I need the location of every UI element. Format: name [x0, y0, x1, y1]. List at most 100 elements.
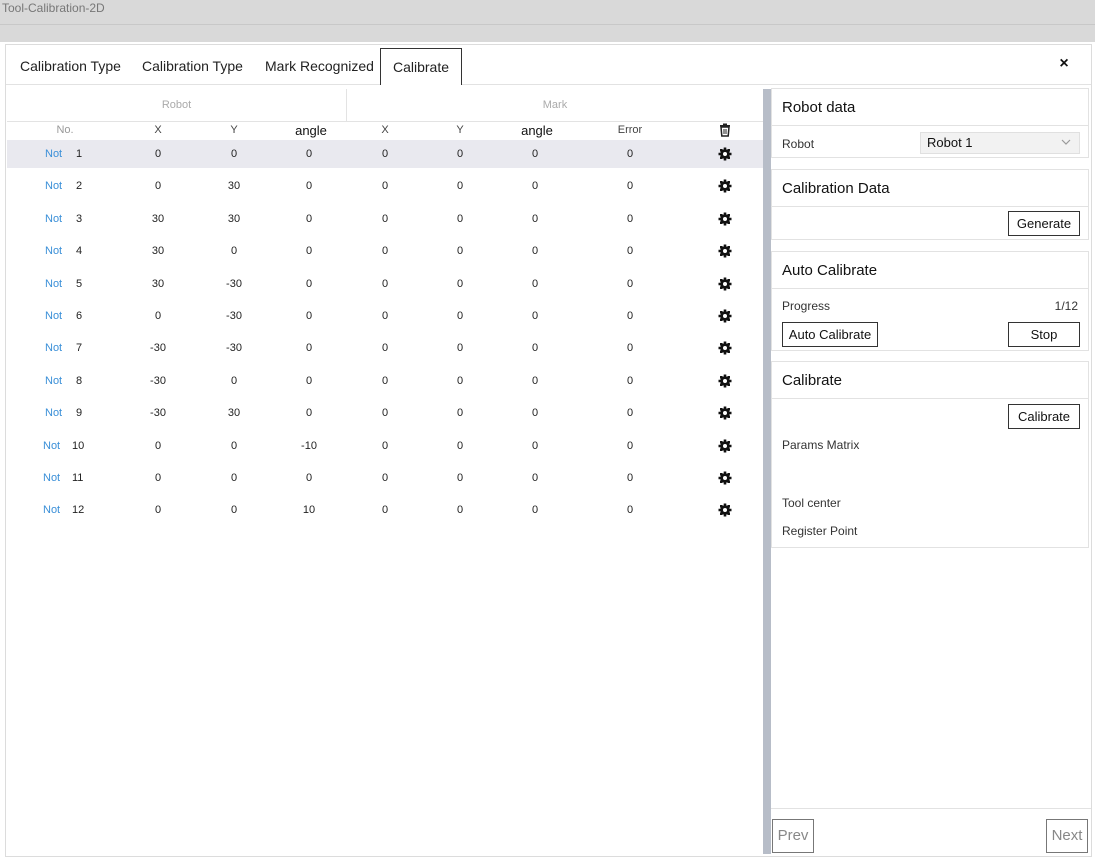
gear-icon[interactable] — [718, 374, 732, 388]
cell-robot-y: 30 — [227, 407, 241, 420]
cell-robot-angle: 0 — [305, 310, 313, 322]
cell-mark-y: 0 — [456, 342, 464, 355]
header-no: No. — [56, 124, 74, 136]
robot-data-title: Robot data — [772, 89, 1088, 126]
cell-error: 0 — [626, 212, 634, 225]
gear-icon[interactable] — [718, 503, 732, 517]
next-button[interactable]: Next — [1046, 819, 1088, 853]
cell-robot-x: 0 — [154, 310, 162, 322]
row-status: Not — [45, 407, 63, 420]
cell-error: 0 — [626, 342, 634, 355]
cell-error: 0 — [626, 407, 634, 420]
auto-calibrate-title: Auto Calibrate — [772, 252, 1088, 289]
gear-icon[interactable] — [718, 212, 732, 226]
table-row[interactable]: Not 3 30 30 0 0 0 0 0 — [7, 205, 763, 233]
cell-robot-angle: 0 — [305, 212, 313, 225]
cell-error: 0 — [626, 439, 634, 452]
robot-select[interactable]: Robot 1 — [920, 132, 1080, 154]
table-row[interactable]: Not 11 0 0 0 0 0 0 0 — [7, 464, 763, 492]
prev-button[interactable]: Prev — [772, 819, 814, 853]
calibration-data-card: Calibration Data Generate — [771, 169, 1089, 240]
gear-icon[interactable] — [718, 406, 732, 420]
row-status: Not — [45, 148, 63, 160]
table-row[interactable]: Not 8 -30 0 0 0 0 0 0 — [7, 367, 763, 395]
params-matrix-label: Params Matrix — [782, 438, 860, 452]
cell-mark-y: 0 — [456, 439, 464, 452]
cell-mark-y: 0 — [456, 180, 464, 193]
tab-mark-recognized[interactable]: Mark Recognized — [265, 48, 374, 85]
cell-mark-x: 0 — [381, 472, 389, 484]
right-panel: Robot data Robot Robot 1 Calibration Dat… — [771, 88, 1091, 854]
window-title: Tool-Calibration-2D — [2, 1, 105, 15]
row-status: Not — [43, 439, 61, 452]
header-robot-y: Y — [230, 124, 238, 136]
cell-error: 0 — [626, 472, 634, 484]
robot-data-card: Robot data Robot Robot 1 — [771, 88, 1089, 158]
generate-button[interactable]: Generate — [1008, 211, 1080, 236]
table-row[interactable]: Not 7 -30 -30 0 0 0 0 0 — [7, 334, 763, 362]
header-mark-angle: angle — [521, 123, 553, 138]
cell-mark-x: 0 — [381, 342, 389, 355]
register-point-label: Register Point — [782, 524, 858, 538]
progress-label: Progress — [782, 299, 831, 313]
gear-icon[interactable] — [718, 179, 732, 193]
cell-robot-x: -30 — [150, 407, 166, 420]
cell-robot-y: 0 — [230, 472, 238, 484]
gear-icon[interactable] — [718, 471, 732, 485]
cell-mark-angle: 0 — [531, 277, 539, 290]
gear-icon[interactable] — [718, 147, 732, 161]
row-number: 3 — [76, 212, 83, 225]
cell-robot-x: 30 — [151, 212, 165, 225]
robot-select-value: Robot 1 — [927, 135, 973, 150]
footer-divider — [771, 808, 1091, 809]
table-row[interactable]: Not 1 0 0 0 0 0 0 0 — [7, 140, 763, 168]
cell-mark-x: 0 — [381, 148, 389, 160]
panel-splitter[interactable] — [763, 89, 771, 854]
cell-robot-y: -30 — [226, 310, 242, 322]
table-row[interactable]: Not 9 -30 30 0 0 0 0 0 — [7, 399, 763, 427]
row-status: Not — [45, 180, 63, 193]
robot-label: Robot — [782, 137, 815, 151]
gear-icon[interactable] — [718, 277, 732, 291]
cell-error: 0 — [626, 310, 634, 322]
cell-mark-angle: 0 — [531, 148, 539, 160]
table-row[interactable]: Not 2 0 30 0 0 0 0 0 — [7, 172, 763, 200]
table-row[interactable]: Not 4 30 0 0 0 0 0 0 — [7, 237, 763, 265]
cell-robot-angle: 0 — [305, 245, 313, 258]
group-header-mark: Mark — [347, 89, 763, 122]
calibration-data-title: Calibration Data — [772, 170, 1088, 207]
table-row[interactable]: Not 10 0 0 -10 0 0 0 0 — [7, 432, 763, 460]
cell-robot-y: 30 — [227, 212, 241, 225]
close-icon[interactable]: × — [1055, 55, 1073, 73]
cell-robot-angle: 0 — [305, 342, 313, 355]
tab-calibration-type-1[interactable]: Calibration Type — [20, 48, 121, 85]
table-row[interactable]: Not 12 0 0 10 0 0 0 0 — [7, 496, 763, 524]
gear-icon[interactable] — [718, 341, 732, 355]
cell-mark-x: 0 — [381, 180, 389, 193]
table-row[interactable]: Not 6 0 -30 0 0 0 0 0 — [7, 302, 763, 330]
cell-mark-x: 0 — [381, 374, 389, 387]
tool-center-label: Tool center — [782, 496, 841, 510]
cell-robot-x: 0 — [154, 472, 162, 484]
auto-calibrate-button[interactable]: Auto Calibrate — [782, 322, 878, 347]
calibration-table: Robot Mark No. X Y angle X Y angle Error… — [7, 88, 763, 854]
gear-icon[interactable] — [718, 244, 732, 258]
stop-button[interactable]: Stop — [1008, 322, 1080, 347]
header-robot-x: X — [154, 124, 162, 136]
header-mark-y: Y — [456, 124, 464, 136]
calibrate-card: Calibrate Calibrate Params Matrix Tool c… — [771, 361, 1089, 548]
tab-calibrate[interactable]: Calibrate — [380, 48, 462, 85]
row-number: 11 — [72, 472, 84, 484]
tab-bar: Calibration Type Calibration Type Mark R… — [6, 45, 1091, 85]
gear-icon[interactable] — [718, 439, 732, 453]
tab-calibration-type-2[interactable]: Calibration Type — [142, 48, 243, 85]
cell-robot-x: -30 — [150, 342, 166, 355]
table-row[interactable]: Not 5 30 -30 0 0 0 0 0 — [7, 270, 763, 298]
trash-icon[interactable] — [718, 123, 732, 137]
cell-mark-angle: 0 — [531, 245, 539, 258]
cell-mark-y: 0 — [456, 277, 464, 290]
cell-mark-angle: 0 — [531, 407, 539, 420]
cell-mark-y: 0 — [456, 374, 464, 387]
calibrate-button[interactable]: Calibrate — [1008, 404, 1080, 429]
gear-icon[interactable] — [718, 309, 732, 323]
